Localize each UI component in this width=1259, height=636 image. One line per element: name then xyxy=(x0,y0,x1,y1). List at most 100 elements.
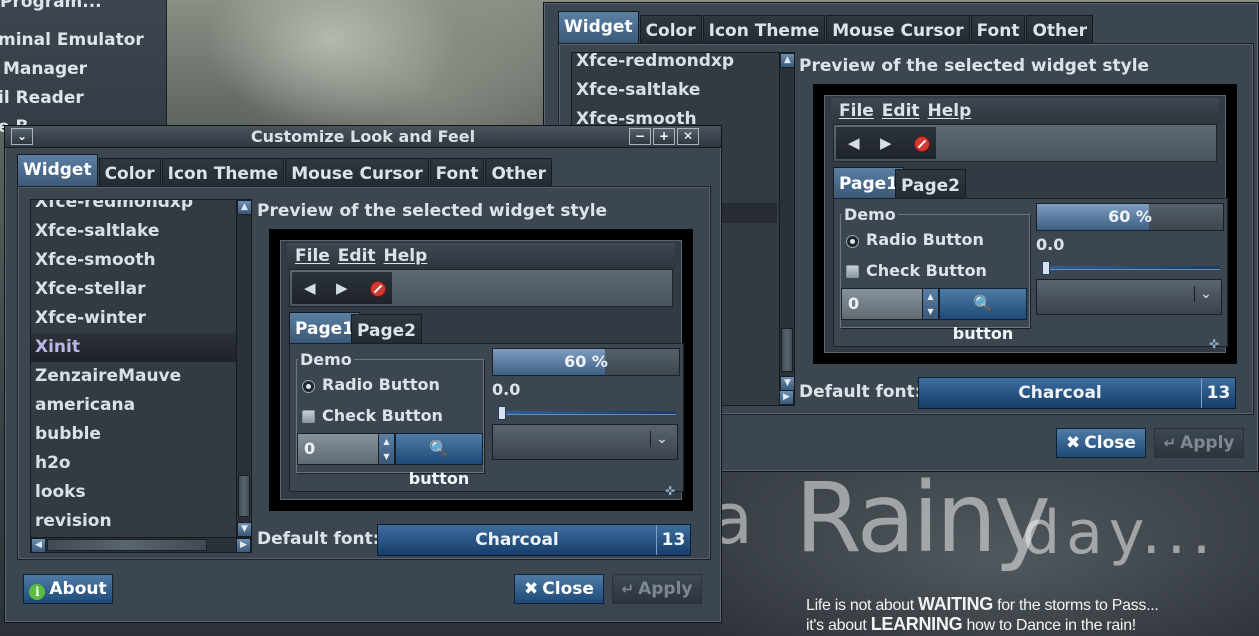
tab-font[interactable]: Font xyxy=(429,158,485,187)
list-item[interactable]: bubble xyxy=(31,420,251,449)
back-preview-tab-page1[interactable]: Page1 xyxy=(833,167,905,198)
scroll-down-icon[interactable]: ▼ xyxy=(237,522,251,537)
tab-widget[interactable]: Widget xyxy=(17,154,98,187)
menu-item-mail[interactable]: il Reader xyxy=(0,88,84,108)
spin-buttons[interactable]: ▲ ▼ xyxy=(378,433,395,465)
check-button[interactable] xyxy=(302,410,315,423)
scroll-up-icon[interactable]: ▲ xyxy=(780,53,794,68)
chevron-down-icon[interactable]: ⌄ xyxy=(1194,286,1217,302)
close-window-icon[interactable]: ✕ xyxy=(677,128,699,145)
resize-grip-icon[interactable]: ✜ xyxy=(665,485,677,497)
preview-tab-page1[interactable]: Page1 xyxy=(289,312,361,343)
preview-menu-help[interactable]: Help xyxy=(384,243,428,269)
list-scroll-thumb[interactable] xyxy=(238,475,250,517)
slider-knob[interactable] xyxy=(498,406,506,420)
window-menu-icon[interactable]: ⌄ xyxy=(11,128,33,145)
about-button[interactable]: i About xyxy=(23,574,113,604)
radio-button[interactable] xyxy=(302,380,315,393)
forward-arrow-icon[interactable]: ▶ xyxy=(880,134,892,152)
back-preview-menu-help[interactable]: Help xyxy=(928,98,972,124)
back-search-button[interactable]: 🔍 button xyxy=(939,288,1027,343)
list-hscroll-thumb[interactable] xyxy=(47,539,207,551)
list-item[interactable]: Xfce-redmondxp xyxy=(572,53,794,76)
search-button[interactable]: 🔍 button xyxy=(395,433,483,488)
list-item[interactable]: h2o xyxy=(31,449,251,478)
apply-button[interactable]: ↵ Apply xyxy=(612,574,702,604)
preview-menu-file[interactable]: File xyxy=(295,243,330,269)
close-button[interactable]: ✖ Close xyxy=(514,574,604,604)
scroll-left-icon[interactable]: ◀ xyxy=(31,538,46,552)
stop-icon[interactable] xyxy=(370,281,386,297)
back-radio-button[interactable] xyxy=(846,235,859,248)
tab-icon-theme[interactable]: Icon Theme xyxy=(161,158,285,187)
back-preview-toolbar: ◀ ▶ xyxy=(833,124,1217,162)
stop-icon[interactable] xyxy=(914,136,930,152)
back-spin-buttons[interactable]: ▲ ▼ xyxy=(922,288,939,320)
list-item[interactable]: ZenzaireMauve xyxy=(31,362,251,391)
resize-grip-icon[interactable]: ✜ xyxy=(1209,338,1221,350)
preview-tab-page2[interactable]: Page2 xyxy=(351,314,423,343)
scroll-right-icon[interactable]: ▶ xyxy=(779,390,794,405)
back-tab-mouse-cursor[interactable]: Mouse Cursor xyxy=(826,15,970,44)
list-item[interactable]: looks xyxy=(31,478,251,507)
back-combo-box[interactable]: ⌄ xyxy=(1036,279,1222,315)
chevron-down-icon[interactable]: ⌄ xyxy=(650,431,673,447)
back-tab-color[interactable]: Color xyxy=(639,15,702,44)
back-tab-widget[interactable]: Widget xyxy=(558,11,639,44)
preview-menu-edit[interactable]: Edit xyxy=(338,243,376,269)
scroll-right-icon[interactable]: ▶ xyxy=(236,538,251,552)
back-tab-icon-theme[interactable]: Icon Theme xyxy=(702,15,826,44)
tab-other[interactable]: Other xyxy=(485,158,553,187)
spin-up-icon[interactable]: ▲ xyxy=(379,434,394,449)
back-arrow-icon[interactable]: ◀ xyxy=(304,279,316,297)
list-item[interactable]: revision xyxy=(31,507,251,536)
menu-item-manager[interactable]: Manager xyxy=(3,59,87,79)
back-tab-bar: Widget Color Icon Theme Mouse Cursor Fon… xyxy=(558,11,1094,44)
minimize-icon[interactable]: − xyxy=(629,128,651,145)
back-slider-track[interactable] xyxy=(1042,266,1220,270)
back-list-vscrollbar[interactable]: ▲ ▼ xyxy=(779,53,794,391)
spin-up-icon[interactable]: ▲ xyxy=(923,289,938,304)
menu-item-program[interactable]: Program... xyxy=(0,0,102,12)
spin-input[interactable]: 0 xyxy=(297,433,379,465)
tab-color[interactable]: Color xyxy=(98,158,161,187)
back-close-button[interactable]: ✖ Close xyxy=(1056,428,1146,458)
list-item[interactable]: Xfce-saltlake xyxy=(31,217,251,246)
list-item[interactable]: Xfce-redmondxp xyxy=(31,200,251,217)
tab-mouse-cursor[interactable]: Mouse Cursor xyxy=(285,158,429,187)
back-tab-other[interactable]: Other xyxy=(1026,15,1094,44)
back-slider-knob[interactable] xyxy=(1042,261,1050,275)
back-preview-menu-file[interactable]: File xyxy=(839,98,874,124)
list-vscrollbar[interactable]: ▲ ▼ xyxy=(236,200,251,537)
slider-track[interactable] xyxy=(498,411,676,415)
menu-item-terminal[interactable]: minal Emulator xyxy=(0,30,144,50)
spin-down-icon[interactable]: ▼ xyxy=(379,449,394,464)
back-apply-button[interactable]: ↵ Apply xyxy=(1154,428,1244,458)
maximize-icon[interactable]: + xyxy=(653,128,675,145)
back-spin-input[interactable]: 0 xyxy=(841,288,923,320)
back-arrow-icon[interactable]: ◀ xyxy=(848,134,860,152)
front-titlebar[interactable]: Customize Look and Feel ⌄ − + ✕ xyxy=(5,126,721,148)
list-item-selected[interactable]: Xinit xyxy=(31,333,251,362)
back-preview-tab-page2[interactable]: Page2 xyxy=(895,169,967,198)
combo-box[interactable]: ⌄ xyxy=(492,424,678,460)
back-default-font-label: Default font: xyxy=(799,382,922,402)
font-button[interactable]: Charcoal 13 xyxy=(377,524,691,556)
forward-arrow-icon[interactable]: ▶ xyxy=(336,279,348,297)
list-item[interactable]: americana xyxy=(31,391,251,420)
back-progress-text: 60 % xyxy=(1108,207,1152,226)
back-font-button[interactable]: Charcoal 13 xyxy=(918,377,1236,409)
list-hscrollbar[interactable]: ◀ ▶ xyxy=(31,537,251,552)
back-preview-menu-edit[interactable]: Edit xyxy=(882,98,920,124)
theme-list[interactable]: Xfce-redmondxp Xfce-saltlake Xfce-smooth… xyxy=(30,199,252,553)
list-item[interactable]: Xfce-winter xyxy=(31,304,251,333)
scroll-up-icon[interactable]: ▲ xyxy=(237,200,251,215)
list-item[interactable]: Xfce-stellar xyxy=(31,275,251,304)
list-item[interactable]: Xfce-saltlake xyxy=(572,76,794,105)
back-check-button[interactable] xyxy=(846,265,859,278)
back-list-scroll-thumb[interactable] xyxy=(781,328,793,372)
spin-down-icon[interactable]: ▼ xyxy=(923,304,938,319)
scroll-down-icon[interactable]: ▼ xyxy=(780,376,794,391)
back-tab-font[interactable]: Font xyxy=(970,15,1026,44)
list-item[interactable]: Xfce-smooth xyxy=(31,246,251,275)
